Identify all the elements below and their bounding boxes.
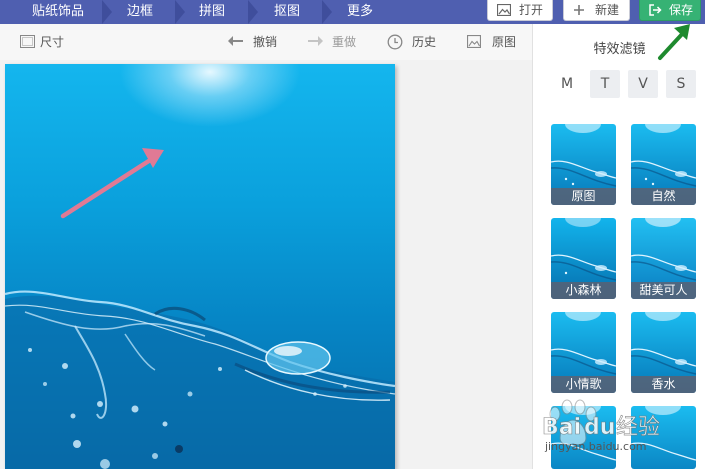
- filter-item-label: 自然: [631, 188, 696, 205]
- arrow-right-icon: [308, 36, 323, 46]
- redo-button-label: 重做: [332, 35, 357, 49]
- svg-text:du: du: [584, 415, 615, 440]
- filter-item-natural[interactable]: 自然: [631, 124, 696, 205]
- watermark-url: jingyan.baidu.com: [545, 440, 647, 453]
- history-button[interactable]: 历史: [387, 34, 439, 50]
- svg-text:Bai: Bai: [542, 415, 581, 440]
- arrow-left-icon: [228, 36, 243, 46]
- filter-item-love-song[interactable]: 小情歌: [551, 312, 616, 393]
- filter-category-m[interactable]: M: [552, 70, 582, 98]
- nav-tab-stickers[interactable]: 贴纸饰品: [22, 0, 94, 24]
- original-button[interactable]: 原图: [467, 34, 519, 50]
- green-annotation-arrow: [658, 24, 690, 60]
- new-button-label: 新建: [595, 3, 620, 17]
- nav-separator: [248, 0, 258, 24]
- open-button-label: 打开: [519, 3, 544, 17]
- nav-tab-more[interactable]: 更多: [338, 0, 382, 24]
- canvas-area: [0, 60, 532, 469]
- image-icon: [467, 35, 481, 48]
- filter-item-label: 原图: [551, 188, 616, 205]
- filter-item-original[interactable]: 原图: [551, 124, 616, 205]
- filter-category-t[interactable]: T: [590, 70, 620, 98]
- filter-item-perfume[interactable]: 香水: [631, 312, 696, 393]
- size-tool[interactable]: 尺寸: [20, 34, 70, 50]
- toolbar: 尺寸 撤销 重做 历史 原图: [0, 24, 532, 60]
- nav-tab-collage[interactable]: 拼图: [190, 0, 234, 24]
- filter-item-label: 小森林: [551, 282, 616, 299]
- top-nav-bar: 贴纸饰品 边框 拼图 抠图 更多 打开 新建 保存: [0, 0, 705, 24]
- original-button-label: 原图: [492, 35, 517, 49]
- save-button[interactable]: 保存: [639, 0, 701, 21]
- filter-category-s[interactable]: S: [666, 70, 696, 98]
- baidu-jingyan-watermark: Bai du 经验: [542, 399, 660, 446]
- filter-item-sweet[interactable]: 甜美可人: [631, 218, 696, 299]
- nav-separator: [102, 0, 112, 24]
- size-tool-label: 尺寸: [40, 35, 65, 49]
- water-splash-image: [5, 290, 395, 469]
- redo-button[interactable]: 重做: [307, 34, 362, 50]
- new-button[interactable]: 新建: [563, 0, 630, 21]
- filter-item-label: 甜美可人: [631, 282, 696, 299]
- filter-item-little-forest[interactable]: 小森林: [551, 218, 616, 299]
- svg-text:经验: 经验: [616, 415, 660, 440]
- photo-canvas[interactable]: [5, 64, 395, 469]
- filter-item-label: 小情歌: [551, 376, 616, 393]
- history-button-label: 历史: [412, 35, 437, 49]
- undo-button[interactable]: 撤销: [227, 34, 282, 50]
- plus-icon: [574, 5, 584, 15]
- image-icon: [497, 4, 511, 16]
- frame-icon: [20, 35, 35, 48]
- nav-tab-frames[interactable]: 边框: [118, 0, 162, 24]
- export-icon: [649, 4, 662, 16]
- pink-annotation-arrow: [60, 148, 164, 219]
- open-button[interactable]: 打开: [487, 0, 553, 21]
- clock-icon: [387, 34, 403, 50]
- nav-separator: [322, 0, 332, 24]
- filter-category-v[interactable]: V: [628, 70, 658, 98]
- save-button-label: 保存: [669, 3, 694, 17]
- undo-button-label: 撤销: [253, 35, 278, 49]
- filter-item-label: 香水: [631, 376, 696, 393]
- nav-separator: [175, 0, 185, 24]
- nav-tab-cutout[interactable]: 抠图: [265, 0, 309, 24]
